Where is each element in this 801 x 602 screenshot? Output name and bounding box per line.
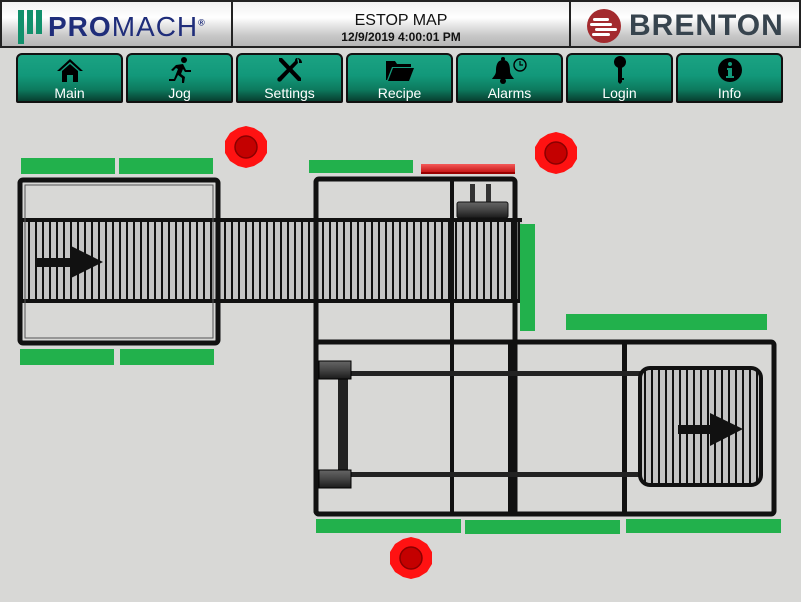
guard-door-indicator	[465, 520, 620, 534]
guard-door-indicator	[520, 224, 535, 331]
guard-door-indicator	[316, 519, 461, 533]
guard-door-indicator	[566, 314, 767, 330]
estop-button-icon[interactable]	[224, 125, 268, 169]
guard-door-indicator	[20, 349, 114, 365]
pusher-device	[456, 184, 509, 219]
guard-door-indicator	[626, 519, 781, 533]
guard-door-indicator	[120, 349, 214, 365]
machine-layout-diagram	[17, 176, 777, 517]
guard-door-indicator	[309, 160, 413, 173]
estop-button-icon[interactable]	[389, 536, 433, 580]
transfer-rails	[318, 360, 642, 489]
guard-door-indicator	[119, 158, 213, 174]
guard-door-indicator-fault	[421, 164, 515, 174]
guard-door-indicator	[21, 158, 115, 174]
estop-button-icon[interactable]	[534, 131, 578, 175]
